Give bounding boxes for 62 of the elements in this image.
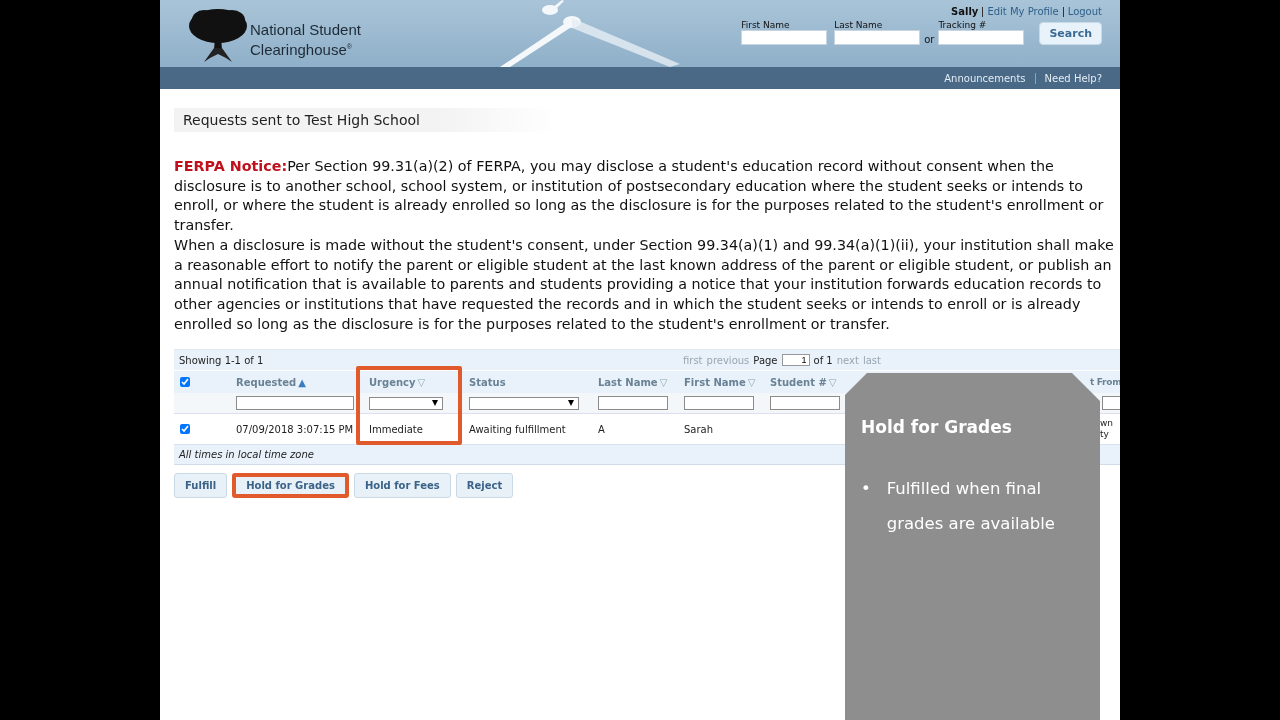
bullet-marker: • bbox=[861, 478, 871, 500]
column-header[interactable]: Status bbox=[469, 376, 506, 388]
field-label: Tracking # bbox=[938, 20, 988, 30]
column-header[interactable]: t From bbox=[1090, 377, 1120, 388]
select-all-checkbox[interactable] bbox=[180, 377, 190, 388]
sort-icon[interactable]: ▲ bbox=[298, 376, 306, 388]
column-header[interactable]: Last Name bbox=[598, 376, 658, 388]
nav-link[interactable]: Need Help? bbox=[1044, 72, 1102, 84]
table-cell: Immediate bbox=[369, 423, 423, 435]
header-link[interactable]: Logout bbox=[1067, 6, 1102, 17]
filter-field[interactable] bbox=[236, 396, 354, 411]
table-cell: A bbox=[598, 423, 605, 435]
dropdown-icon bbox=[568, 400, 574, 407]
pager-link[interactable]: first bbox=[683, 354, 703, 366]
search-field[interactable] bbox=[834, 30, 921, 45]
field-label: First Name bbox=[741, 20, 791, 30]
nav-link[interactable]: Announcements bbox=[944, 72, 1026, 84]
sort-icon[interactable]: ▽ bbox=[747, 376, 756, 388]
table-cell: Awaiting fulfillment bbox=[469, 423, 566, 435]
notice-paragraph: FERPA Notice:Per Section 99.31(a)(2) of FERPA, you may disclose a student's education record without consent when the disclosure is to another school, school system, or institution of postsecondary education where the student seeks or intends to enroll, or where the student is already enrolled so long as the disclosure is for the purposes related to the student's enrollment or transfer. bbox=[174, 157, 1105, 236]
table-cell: 07/09/2018 3:07:15 PM bbox=[236, 423, 354, 435]
table-footnote: All times in local time zone bbox=[179, 449, 314, 461]
table-cell: Sarah bbox=[684, 423, 714, 435]
table-cell-text: wn ty bbox=[1100, 418, 1115, 441]
action-button[interactable]: Hold for Grades bbox=[232, 473, 349, 499]
notice-paragraph: When a disclosure is made without the student's consent, under Section 99.34(a)(1) and 99.34(a)(1)(ii), your institution shall make a reasonable effort to notify the parent or eligible student at the last known address of the parent or eligible student, or publish an annual notification that is available to parents and students providing a notice that your institution forwards education records to other agencies or institutions that have requested the records and in which the student seeks or intends to enroll or is already enrolled so long as the disclosure is for the purposes related to the student's enrollment or transfer. bbox=[174, 235, 1114, 334]
column-header[interactable]: Urgency bbox=[369, 376, 416, 388]
pager-link[interactable]: last bbox=[862, 354, 881, 366]
or-label: or bbox=[924, 34, 935, 45]
filter-field[interactable] bbox=[598, 396, 668, 411]
filter-field[interactable] bbox=[1102, 396, 1120, 411]
pager-link[interactable]: previous bbox=[706, 354, 750, 366]
field-label: Last Name bbox=[834, 20, 884, 30]
row-checkbox[interactable] bbox=[180, 424, 190, 435]
filter-field[interactable] bbox=[684, 396, 754, 411]
column-header[interactable]: Student # bbox=[770, 376, 827, 388]
search-field[interactable] bbox=[741, 30, 828, 45]
action-button[interactable]: Hold for Fees bbox=[353, 473, 451, 499]
result-count: Showing 1-1 of 1 bbox=[179, 354, 265, 366]
logo-text: Clearinghouse$^{®}$ bbox=[250, 40, 353, 58]
user-name: Sally bbox=[951, 6, 979, 17]
action-button[interactable]: Reject bbox=[455, 473, 514, 499]
action-button[interactable]: Fulfill bbox=[174, 473, 228, 499]
page-label: Page bbox=[753, 354, 778, 366]
search-field[interactable] bbox=[938, 30, 1025, 45]
search-button[interactable]: Search bbox=[1039, 22, 1102, 45]
column-header[interactable]: First Name bbox=[684, 376, 746, 388]
filter-dropdown[interactable] bbox=[469, 396, 579, 410]
page-field[interactable]: 1 bbox=[781, 354, 810, 367]
callout-bullet: Fulfilled when final grades are available bbox=[886, 478, 1056, 535]
sort-icon[interactable]: ▽ bbox=[417, 376, 426, 388]
pager-link[interactable]: next bbox=[836, 354, 859, 366]
sort-icon[interactable]: ▽ bbox=[828, 376, 837, 388]
dropdown-icon bbox=[432, 400, 438, 407]
filter-dropdown[interactable] bbox=[369, 396, 443, 410]
header-link[interactable]: Edit My Profile bbox=[987, 6, 1059, 17]
column-header[interactable]: Requested bbox=[236, 376, 297, 388]
callout-title: Hold for Grades bbox=[861, 417, 1013, 437]
logo-text: National Student bbox=[250, 21, 361, 38]
filter-field[interactable] bbox=[770, 396, 840, 411]
sort-icon[interactable]: ▽ bbox=[659, 376, 668, 388]
page-total: of 1 bbox=[813, 354, 833, 366]
